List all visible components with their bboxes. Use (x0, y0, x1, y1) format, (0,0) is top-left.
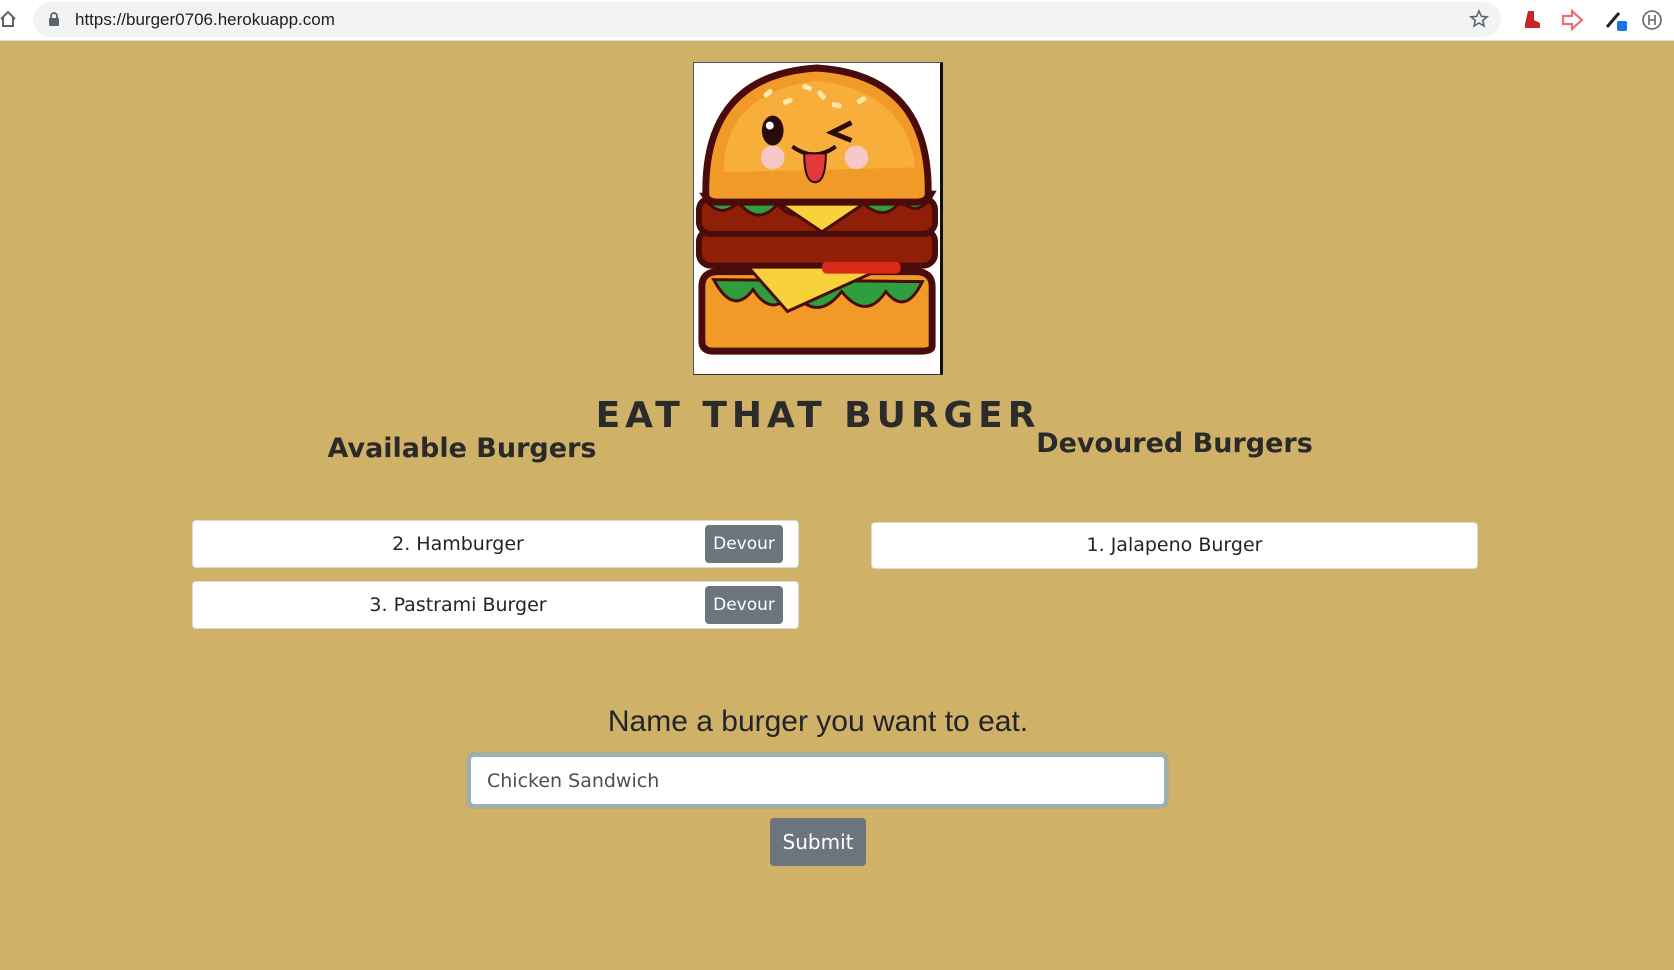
list-item: 2. Hamburger Devour (192, 520, 799, 568)
list-item: 3. Pastrami Burger Devour (192, 581, 799, 629)
burger-logo-image (693, 62, 943, 375)
available-burgers-heading: Available Burgers (327, 433, 597, 464)
browser-toolbar: https://burger0706.herokuapp.com (0, 0, 1674, 41)
burger-label: 1. Jalapeno Burger (1086, 534, 1263, 556)
burger-form-prompt: Name a burger you want to eat. (607, 705, 1029, 738)
h-extension-icon[interactable] (1640, 8, 1664, 32)
burger-label: 2. Hamburger (392, 533, 524, 555)
burger-label: 3. Pastrami Burger (369, 594, 547, 616)
home-icon[interactable] (0, 9, 16, 29)
eyedropper-extension-icon[interactable] (1604, 8, 1628, 32)
url-text[interactable]: https://burger0706.herokuapp.com (75, 2, 335, 37)
devoured-burgers-heading: Devoured Burgers (1036, 428, 1313, 459)
boot-extension-icon[interactable] (1520, 8, 1544, 32)
address-bar[interactable]: https://burger0706.herokuapp.com (33, 2, 1501, 37)
page-body: EAT THAT BURGER Available Burgers 2. Ham… (0, 41, 1674, 970)
devour-button[interactable]: Devour (705, 525, 783, 563)
forward-extension-icon[interactable] (1560, 8, 1584, 32)
devour-button[interactable]: Devour (705, 586, 783, 624)
submit-button[interactable]: Submit (770, 818, 866, 866)
list-item: 1. Jalapeno Burger (871, 522, 1478, 569)
lock-icon[interactable] (48, 12, 60, 27)
star-icon[interactable] (1469, 9, 1489, 29)
burger-name-input[interactable] (469, 755, 1166, 806)
